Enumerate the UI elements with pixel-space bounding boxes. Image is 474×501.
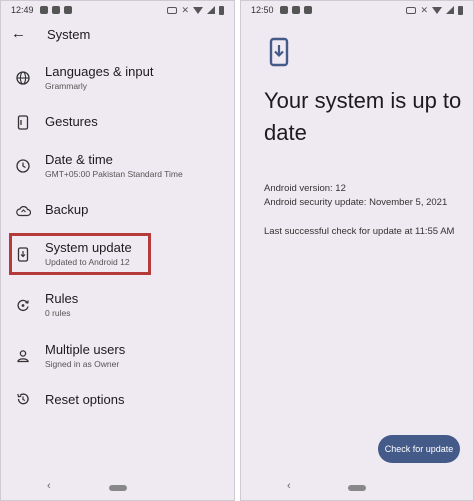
settings-notification-icon: [303, 6, 312, 14]
signal-icon: [446, 6, 454, 14]
check-for-update-button[interactable]: Check for update: [378, 435, 460, 463]
item-title: Gestures: [45, 114, 98, 129]
globe-icon: [15, 70, 31, 86]
screen-record-icon: [167, 6, 178, 14]
home-pill[interactable]: [108, 485, 127, 491]
battery-icon: [219, 5, 224, 15]
clock-icon: [15, 158, 31, 174]
mute-icon: ✕: [420, 4, 428, 15]
signal-icon: [207, 6, 215, 14]
notification-icon: [279, 6, 288, 14]
item-title: Backup: [45, 202, 89, 217]
settings-item-rules[interactable]: Rules 0 rules: [1, 288, 234, 328]
notification-icon: [291, 6, 300, 14]
app-bar: ← System: [1, 23, 234, 47]
home-pill[interactable]: [348, 485, 366, 491]
navigation-bar: ‹: [1, 476, 234, 500]
settings-item-date-time[interactable]: Date & time GMT+05:00 Pakistan Standard …: [1, 149, 234, 189]
gestures-icon: [15, 114, 31, 130]
nav-back-icon[interactable]: ‹: [287, 480, 291, 492]
status-bar: 12:49 ✕: [1, 1, 234, 19]
item-subtitle: GMT+05:00 Pakistan Standard Time: [45, 169, 183, 179]
battery-icon: [458, 5, 463, 15]
back-arrow-icon[interactable]: ←: [11, 25, 26, 42]
update-status-heading: Your system is up to date: [264, 88, 462, 145]
navigation-bar: ‹: [241, 476, 473, 500]
item-title: Rules: [45, 291, 79, 306]
highlight-box: [9, 233, 151, 275]
screen-record-icon: [406, 6, 417, 14]
settings-item-multiple-users[interactable]: Multiple users Signed in as Owner: [1, 339, 234, 379]
settings-item-gestures[interactable]: Gestures: [1, 111, 234, 151]
wifi-icon: [193, 6, 203, 14]
item-title: Date & time: [45, 152, 113, 167]
settings-notification-icon: [63, 6, 72, 14]
system-update-icon: [269, 37, 289, 72]
item-subtitle: Signed in as Owner: [45, 359, 120, 369]
item-title: Multiple users: [45, 342, 126, 357]
item-title: Reset options: [45, 392, 125, 407]
item-subtitle: Grammarly: [45, 81, 88, 91]
item-title: Languages & input: [45, 64, 154, 79]
person-icon: [15, 348, 31, 364]
settings-item-reset-options[interactable]: Reset options: [1, 389, 234, 429]
page-title: System: [47, 27, 91, 42]
notification-icon: [39, 6, 48, 14]
rules-icon: [15, 297, 31, 313]
android-version: Android version: 12: [264, 183, 346, 194]
system-update-screen: 12:50 ✕ Your system is up to date Androi…: [240, 0, 474, 501]
status-time: 12:50: [251, 5, 274, 15]
nav-back-icon[interactable]: ‹: [47, 480, 51, 492]
wifi-icon: [432, 6, 442, 14]
settings-system-screen: 12:49 ✕ ← System Languages & input Gramm…: [0, 0, 235, 501]
security-update: Android security update: November 5, 202…: [264, 197, 448, 208]
item-subtitle: 0 rules: [45, 308, 71, 318]
reset-icon: [15, 391, 31, 407]
settings-item-languages[interactable]: Languages & input Grammarly: [1, 61, 234, 101]
mute-icon: ✕: [181, 4, 189, 15]
notification-icon: [51, 6, 60, 14]
status-time: 12:49: [11, 5, 34, 15]
status-bar: 12:50 ✕: [241, 1, 473, 19]
backup-icon: [15, 203, 31, 219]
last-check: Last successful check for update at 11:5…: [264, 226, 455, 237]
